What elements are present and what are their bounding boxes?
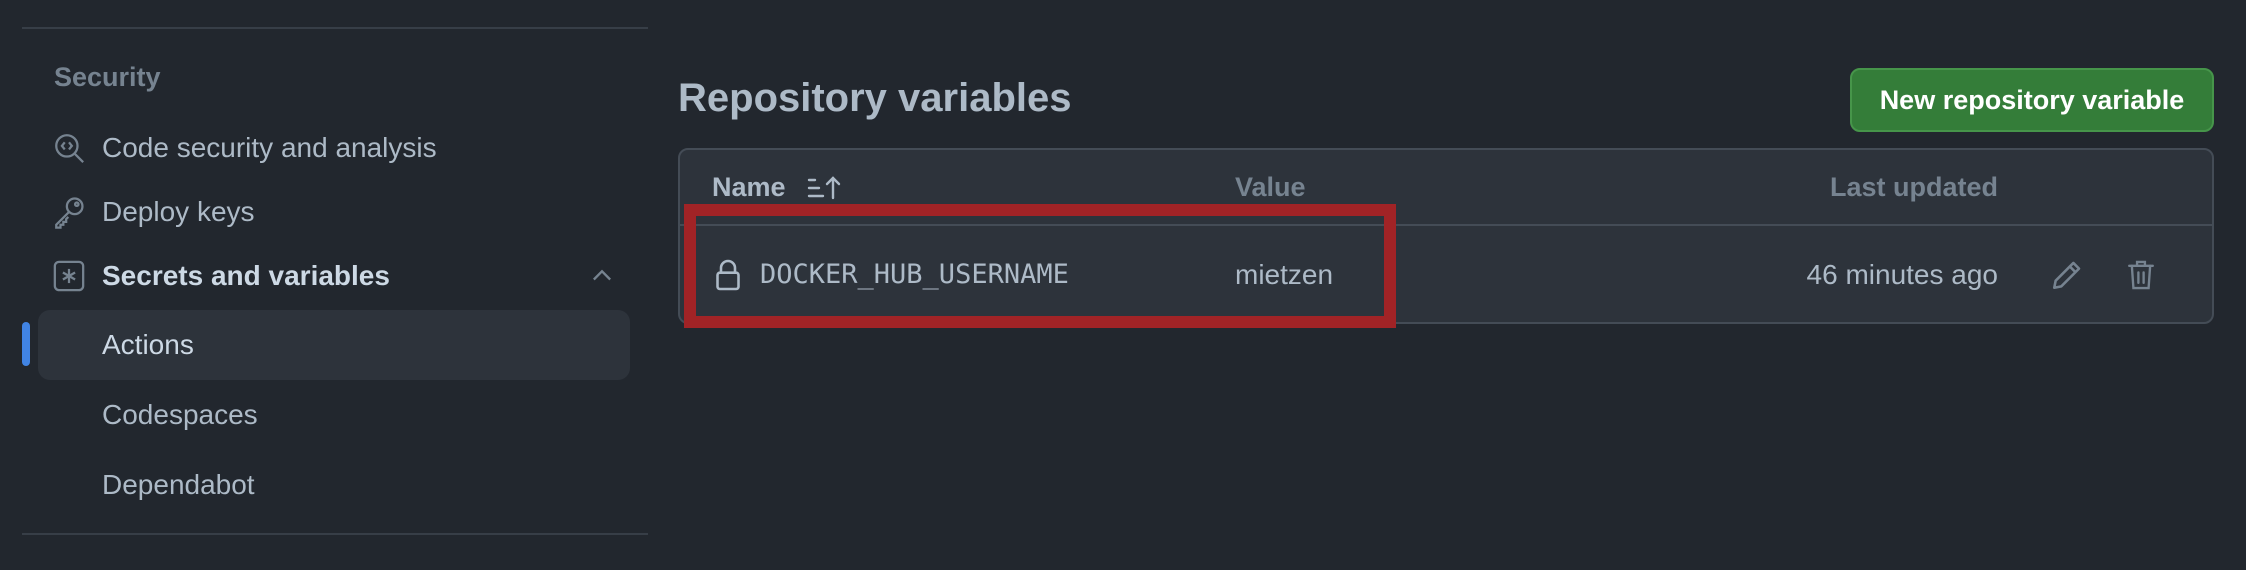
new-repository-variable-button[interactable]: New repository variable	[1850, 68, 2214, 132]
variables-table: Name Value Last updated DOCKER_HUB_USERN…	[678, 148, 2214, 324]
sidebar-item-label: Deploy keys	[102, 196, 255, 227]
column-header-name[interactable]: Name	[712, 172, 786, 203]
sort-ascending-icon[interactable]	[807, 174, 843, 202]
asterisk-icon	[53, 260, 85, 292]
sidebar-item-label: Code security and analysis	[102, 132, 437, 163]
sidebar-item-actions[interactable]: Actions	[38, 310, 630, 380]
codescan-icon	[55, 134, 84, 163]
table-header: Name Value Last updated	[680, 150, 2212, 226]
divider	[22, 27, 648, 29]
sidebar-item-label: Actions	[102, 329, 194, 360]
page-title: Repository variables	[678, 76, 1072, 120]
lock-icon	[716, 259, 740, 291]
settings-page: Security Code security and analysis Depl…	[0, 0, 2246, 570]
sidebar-item-secrets-and-variables[interactable]: Secrets and variables	[22, 244, 630, 308]
column-header-value: Value	[1235, 172, 1306, 202]
sidebar-item-dependabot[interactable]: Dependabot	[22, 452, 630, 518]
divider	[22, 533, 648, 535]
pencil-icon[interactable]	[2050, 258, 2084, 292]
sidebar-item-deploy-keys[interactable]: Deploy keys	[22, 180, 630, 244]
sidebar-item-label: Dependabot	[102, 469, 255, 500]
active-indicator	[22, 322, 30, 366]
variable-last-updated: 46 minutes ago	[1806, 259, 1998, 290]
table-row: DOCKER_HUB_USERNAME mietzen 46 minutes a…	[680, 226, 2212, 322]
sidebar-item-label: Codespaces	[102, 399, 258, 430]
sidebar-item-label: Secrets and variables	[102, 260, 390, 291]
sidebar-item-code-security[interactable]: Code security and analysis	[22, 116, 630, 180]
variable-name: DOCKER_HUB_USERNAME	[760, 259, 1069, 290]
column-header-last-updated: Last updated	[1829, 172, 1998, 202]
chevron-up-icon[interactable]	[588, 262, 616, 290]
sidebar-item-codespaces[interactable]: Codespaces	[22, 382, 630, 448]
variable-value: mietzen	[1235, 259, 1334, 290]
settings-sidebar: Security Code security and analysis Depl…	[22, 0, 648, 570]
section-heading-security: Security	[54, 62, 161, 92]
key-icon	[55, 197, 84, 229]
trash-icon[interactable]	[2126, 258, 2156, 292]
